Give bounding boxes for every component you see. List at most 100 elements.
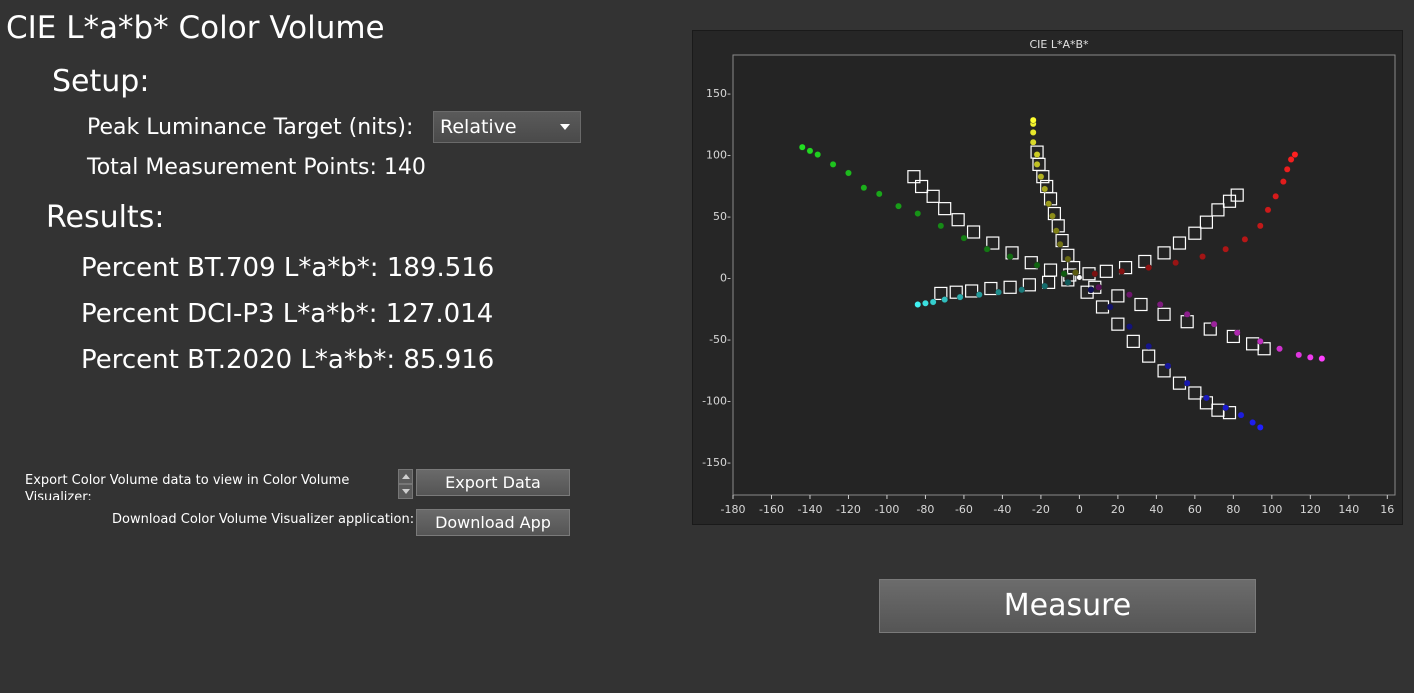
- y-tick-label: 0-: [720, 271, 731, 284]
- measured-point: [1210, 320, 1218, 328]
- lab-chart-svg: CIE L*A*B*-180 -160 -140 -120 -100 -80 -60 -40-…: [702, 38, 1396, 516]
- measure-button[interactable]: Measure: [879, 579, 1256, 633]
- measured-point: [798, 143, 806, 151]
- measured-point: [1241, 235, 1249, 243]
- measured-point: [1172, 259, 1180, 267]
- lab-chart: CIE L*A*B* -180 -160 -140 -120 -100 -80 -60 -40-…: [692, 30, 1403, 525]
- y-tick-label: 150-: [706, 87, 731, 100]
- y-tick-label: -100-: [702, 394, 731, 407]
- measured-point: [1029, 138, 1037, 146]
- measured-point: [806, 147, 814, 155]
- measured-point: [922, 299, 929, 307]
- measured-point: [929, 298, 937, 306]
- measured-point: [1249, 419, 1256, 426]
- measured-point: [845, 169, 852, 177]
- x-tick-label: -40: [993, 503, 1011, 516]
- measured-point: [1264, 206, 1272, 214]
- results-heading: Results:: [46, 200, 165, 235]
- y-tick-label: -150-: [702, 456, 731, 469]
- measured-point: [895, 202, 902, 210]
- chart-title: CIE L*A*B*: [1029, 38, 1089, 51]
- measured-point: [1145, 264, 1153, 272]
- measured-point: [1237, 411, 1245, 419]
- measured-point: [1126, 323, 1133, 331]
- measured-point: [1033, 151, 1041, 158]
- measured-point: [1049, 212, 1056, 220]
- measured-point: [1164, 362, 1172, 370]
- measured-point: [1203, 394, 1210, 402]
- x-tick-label: 60: [1188, 503, 1202, 516]
- measured-point: [1318, 355, 1326, 362]
- chevron-up-icon: [402, 474, 410, 479]
- x-tick-label: -180: [721, 503, 746, 516]
- measured-point: [860, 184, 868, 192]
- measured-point: [914, 210, 922, 217]
- result-bt2020: Percent BT.2020 L*a*b*: 85.916: [81, 345, 495, 375]
- measured-point: [1037, 173, 1045, 181]
- measured-point: [1306, 353, 1314, 361]
- setup-heading: Setup:: [52, 64, 150, 99]
- measured-point: [1222, 404, 1230, 412]
- total-measurement-points: Total Measurement Points: 140: [87, 155, 426, 180]
- measured-point: [1276, 345, 1283, 353]
- measured-point: [1118, 267, 1126, 275]
- measured-point: [829, 160, 837, 168]
- measured-point: [1156, 301, 1164, 308]
- measured-point: [960, 234, 968, 242]
- x-tick-label: 0: [1076, 503, 1083, 516]
- result-bt709: Percent BT.709 L*a*b*: 189.516: [81, 253, 495, 283]
- x-tick-label: 100: [1261, 503, 1282, 516]
- y-tick-label: 100-: [706, 149, 731, 162]
- measured-point: [914, 301, 922, 308]
- y-tick-label: 50-: [713, 210, 731, 223]
- peak-luminance-dropdown[interactable]: Relative: [433, 111, 581, 143]
- measured-point: [1041, 282, 1049, 290]
- measured-point: [1045, 200, 1053, 208]
- measured-point: [1199, 253, 1206, 260]
- measured-point: [1056, 240, 1064, 248]
- measured-point: [1183, 379, 1191, 387]
- measured-point: [1126, 291, 1133, 299]
- download-app-button[interactable]: Download App: [416, 509, 570, 536]
- measured-point: [1256, 424, 1264, 431]
- measured-point: [1029, 116, 1037, 124]
- export-label: Export Color Volume data to view in Colo…: [25, 473, 350, 500]
- measured-point: [1033, 160, 1041, 168]
- origin-point: [1076, 274, 1082, 280]
- measured-point: [1072, 269, 1079, 276]
- x-tick-label: 140: [1338, 503, 1359, 516]
- x-tick-label: 20: [1111, 503, 1125, 516]
- x-tick-label: -120: [836, 503, 861, 516]
- measured-point: [1233, 329, 1241, 337]
- y-tick-label: -50-: [709, 333, 731, 346]
- measured-point: [975, 291, 983, 299]
- measured-point: [995, 288, 1002, 296]
- measured-point: [1029, 129, 1037, 136]
- measured-point: [956, 293, 964, 301]
- measured-point: [941, 296, 949, 303]
- x-tick-label: -60: [955, 503, 973, 516]
- x-tick-label: 40: [1149, 503, 1163, 516]
- measured-point: [1256, 222, 1264, 230]
- x-tick-label: -100: [874, 503, 899, 516]
- measured-point: [1222, 245, 1230, 253]
- measured-point: [1064, 255, 1072, 263]
- measured-point: [937, 222, 945, 230]
- peak-luminance-label: Peak Luminance Target (nits):: [87, 115, 414, 140]
- export-data-button[interactable]: Export Data: [416, 469, 570, 496]
- page-title: CIE L*a*b* Color Volume: [6, 10, 385, 46]
- peak-luminance-value: Relative: [440, 116, 517, 138]
- measured-point: [1091, 270, 1099, 278]
- measured-point: [1052, 227, 1060, 235]
- spinner-down-button[interactable]: [398, 484, 413, 499]
- result-dcip3: Percent DCI-P3 L*a*b*: 127.014: [81, 299, 494, 329]
- chevron-down-icon: [402, 489, 410, 494]
- export-spinner[interactable]: [398, 469, 413, 499]
- x-tick-label: -80: [916, 503, 934, 516]
- measured-point: [1087, 286, 1095, 294]
- measured-point: [983, 245, 991, 253]
- spinner-up-button[interactable]: [398, 469, 413, 484]
- x-tick-label: 120: [1300, 503, 1321, 516]
- measured-point: [1256, 337, 1264, 345]
- measured-point: [814, 151, 822, 158]
